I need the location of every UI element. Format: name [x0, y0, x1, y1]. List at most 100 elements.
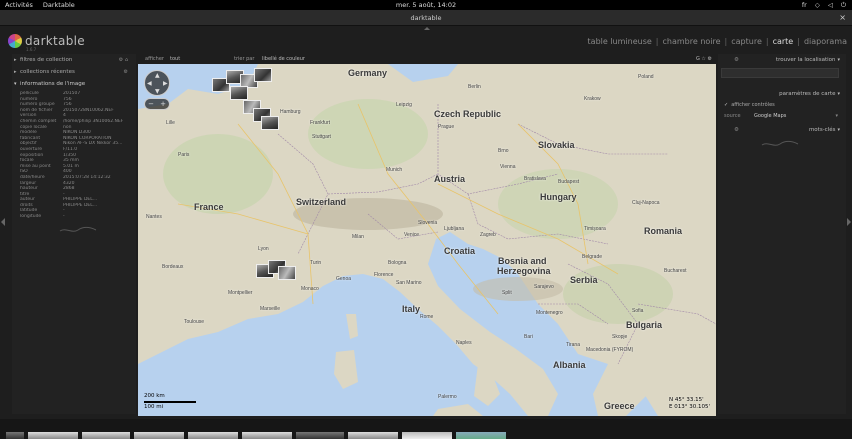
sort-dropdown[interactable]: libellé de couleur — [262, 54, 305, 64]
filter-dropdown[interactable]: tout — [170, 54, 180, 64]
toolbar-icons[interactable]: G ☆ ⚙ — [696, 54, 712, 64]
close-icon[interactable]: × — [839, 10, 846, 26]
map-label-country: Hungary — [540, 192, 577, 202]
map-label-city: Toulouse — [184, 319, 205, 325]
map-coordinates: N 45° 33.15' E 013° 30.105' — [669, 397, 710, 410]
map-label-city: Berlin — [468, 84, 481, 90]
section-settings-icon[interactable]: ⚙ — [124, 66, 128, 78]
map-label-city: Skopje — [612, 334, 628, 340]
pan-right-icon[interactable]: ▶ — [163, 80, 168, 87]
map-label-city: Lille — [166, 120, 175, 126]
language-indicator[interactable]: fr — [802, 0, 807, 10]
filmstrip-thumb[interactable] — [188, 432, 238, 439]
sort-label: trier par — [234, 56, 255, 62]
map-label-country: Slovenia — [418, 220, 438, 226]
photo-thumb[interactable] — [254, 68, 272, 82]
map-label-country: Monaco — [301, 286, 319, 292]
view-separator: | — [797, 37, 800, 46]
filmstrip-thumb[interactable] — [82, 432, 130, 439]
filmstrip-thumb[interactable] — [134, 432, 184, 439]
info-value: - — [63, 214, 65, 220]
power-icon[interactable]: ⏻ — [841, 0, 846, 10]
photo-cluster-central[interactable] — [243, 100, 283, 134]
volume-icon[interactable]: ◁ — [828, 0, 833, 10]
map-label-country: France — [194, 202, 224, 212]
section-find-location[interactable]: ⚙ trouver la localisation ▾ — [718, 54, 846, 66]
map-label-city: Palermo — [438, 394, 457, 400]
zoom-in-button[interactable]: + — [160, 99, 166, 109]
photo-thumb[interactable] — [261, 116, 279, 130]
map-label-city: Genoa — [336, 276, 352, 282]
map-label-city: Milan — [352, 234, 364, 240]
map-label-city: Budapest — [558, 179, 580, 185]
map-label-city: Marseille — [260, 306, 281, 312]
location-search-input[interactable] — [721, 68, 839, 78]
map-pan-control[interactable]: ▲ ▼ ◀ ▶ — [144, 70, 170, 96]
view-tab-2[interactable]: capture — [731, 37, 762, 46]
clock[interactable]: mer. 5 août, 14:02 — [396, 1, 456, 9]
map-label-city: Bari — [524, 334, 533, 340]
show-controls-toggle[interactable]: ✓ afficher contrôles — [718, 100, 846, 111]
map-label-city: Montpellier — [228, 290, 253, 296]
filmstrip-thumb[interactable] — [6, 432, 24, 439]
map-label-city: Zagreb — [480, 232, 496, 238]
window-title: darktable — [410, 14, 442, 22]
map-label-country: Czech Republic — [434, 109, 502, 119]
system-top-bar: Activités Darktable mer. 5 août, 14:02 f… — [0, 0, 852, 10]
filmstrip-thumb[interactable] — [28, 432, 78, 439]
map-zoom-control[interactable]: − + — [144, 98, 170, 110]
map-label-city: Ljubljana — [444, 226, 465, 232]
map-label-country: San Marino — [396, 280, 422, 286]
map-label-city: Paris — [178, 152, 190, 158]
map-label-city: Belgrade — [582, 254, 603, 260]
center-toolbar: afficher tout trier par libellé de coule… — [138, 54, 716, 64]
zoom-out-button[interactable]: − — [148, 99, 154, 109]
map-label-city: Poland — [638, 74, 654, 80]
map-label-country: Italy — [402, 304, 421, 314]
filmstrip-thumb[interactable] — [296, 432, 344, 439]
view-tab-4[interactable]: diaporama — [804, 37, 847, 46]
triangle-down-icon: ▾ — [837, 91, 840, 97]
photo-thumb[interactable] — [278, 266, 296, 280]
map-label-country: Bosnia and — [498, 256, 547, 266]
window-title-bar: darktable × — [0, 10, 852, 26]
section-collection-filters[interactable]: ▸ filtres de collection ⚙ ⌂ — [12, 54, 136, 66]
view-tab-1[interactable]: chambre noire — [663, 37, 721, 46]
view-tab-3[interactable]: carte — [773, 37, 794, 46]
section-map-settings[interactable]: paramètres de carte ▾ — [718, 88, 846, 100]
map-label-city: Brno — [498, 148, 509, 154]
filmstrip-thumb[interactable] — [348, 432, 398, 439]
map-label-city: Krakow — [584, 96, 601, 102]
info-key: longitude — [20, 214, 42, 220]
collapse-right-panel-arrow-icon[interactable] — [847, 218, 851, 226]
map-label-city: Stuttgart — [312, 134, 331, 140]
photo-cluster-provence[interactable] — [256, 260, 306, 288]
section-image-information[interactable]: ▾ informations de l'image — [12, 78, 136, 90]
network-icon[interactable]: ◇ — [815, 0, 820, 10]
pan-up-icon[interactable]: ▲ — [155, 72, 160, 79]
pan-left-icon[interactable]: ◀ — [147, 80, 152, 87]
section-keywords[interactable]: ⚙ mots-clés ▾ — [718, 124, 846, 136]
gear-icon[interactable]: ⚙ — [734, 124, 739, 136]
filmstrip-thumb[interactable] — [456, 432, 506, 439]
darktable-logo-icon — [8, 34, 22, 48]
section-settings-icon[interactable]: ⚙ ⌂ — [119, 54, 128, 66]
view-separator: | — [765, 37, 769, 46]
filmstrip-thumb[interactable] — [242, 432, 292, 439]
collapse-left-panel-arrow-icon[interactable] — [1, 218, 5, 226]
pan-down-icon[interactable]: ▼ — [155, 88, 160, 95]
map-settings-section: paramètres de carte ▾ ✓ afficher contrôles… — [718, 88, 846, 150]
map-source-select[interactable]: source Google Maps ▾ — [718, 111, 846, 122]
triangle-down-icon: ▾ — [837, 127, 840, 133]
view-tab-0[interactable]: table lumineuse — [588, 37, 652, 46]
section-recent-collections[interactable]: ▸ collections récentes ⚙ — [12, 66, 136, 78]
map-view[interactable]: Germany Czech Republic Slovakia Austria … — [138, 64, 716, 416]
gear-icon[interactable]: ⚙ — [734, 54, 739, 66]
filmstrip-thumb-selected[interactable] — [402, 432, 452, 439]
info-row: longitude - — [20, 214, 136, 220]
logo: darktable 1.6.7 — [8, 34, 85, 52]
map-label-city: Bucharest — [664, 268, 687, 274]
filmstrip[interactable] — [0, 419, 852, 439]
photo-thumb[interactable] — [230, 86, 248, 100]
map-label-city: Venice — [404, 232, 420, 238]
